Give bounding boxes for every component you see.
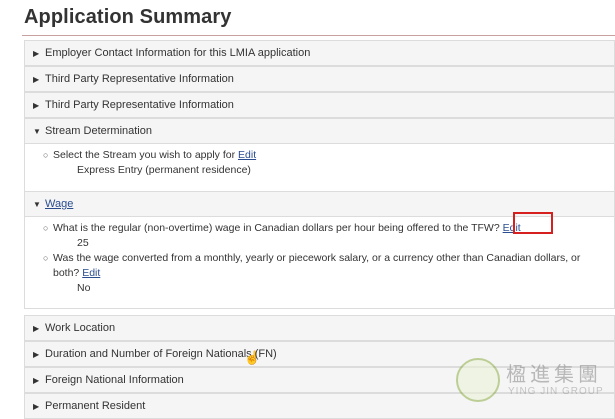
wage-question-2: ○ Was the wage converted from a monthly,… — [25, 251, 614, 281]
edit-wage-conversion-link[interactable]: Edit — [82, 267, 100, 279]
collapsed-arrow-icon: ▶ — [33, 350, 40, 359]
question-text: What is the regular (non-overtime) wage … — [53, 222, 500, 234]
collapsed-arrow-icon: ▶ — [33, 402, 40, 411]
wage-answer-2: No — [77, 282, 91, 294]
wage-section-link[interactable]: Wage — [45, 198, 73, 210]
edit-stream-link[interactable]: Edit — [238, 149, 256, 161]
section-label: Work Location — [45, 322, 116, 334]
section-header[interactable]: ▶ Third Party Representative Information — [25, 67, 614, 91]
section-label: Third Party Representative Information — [45, 73, 234, 85]
hand-cursor-icon: ☝ — [244, 350, 261, 365]
section-third-party-2[interactable]: ▶ Third Party Representative Information — [24, 92, 615, 118]
section-header[interactable]: ▼ Stream Determination — [25, 119, 614, 143]
section-label: Permanent Resident — [45, 400, 146, 412]
section-label: Stream Determination — [45, 125, 152, 137]
edit-highlight-box — [513, 212, 553, 234]
collapsed-arrow-icon: ▶ — [33, 324, 40, 333]
section-label: Employer Contact Information for this LM… — [45, 47, 311, 59]
bullet-icon: ○ — [43, 223, 49, 233]
section-label: Third Party Representative Information — [45, 99, 234, 111]
question-text: Was the wage converted from a monthly, y… — [53, 252, 581, 279]
logo-emblem-icon — [456, 358, 500, 402]
collapsed-arrow-icon: ▶ — [33, 75, 40, 84]
section-third-party-1[interactable]: ▶ Third Party Representative Information — [24, 66, 615, 92]
question-text: Select the Stream you wish to apply for — [53, 149, 236, 161]
section-label: Duration and Number of Foreign Nationals… — [45, 348, 277, 360]
title-divider — [22, 35, 615, 36]
section-header[interactable]: ▶ Work Location — [25, 316, 614, 340]
section-label: Foreign National Information — [45, 374, 184, 386]
bullet-icon: ○ — [43, 253, 49, 263]
page-title: Application Summary — [24, 6, 232, 28]
section-work-location[interactable]: ▶ Work Location — [24, 315, 615, 341]
section-stream-determination: ▼ Stream Determination ○ Select the Strea… — [24, 118, 615, 194]
watermark-chinese-text: 楹進集團 — [506, 362, 602, 386]
wage-answer-1: 25 — [77, 237, 89, 249]
watermark-english-text: YING JIN GROUP — [508, 386, 604, 397]
section-wage: ▼ Wage ○ What is the regular (non-overtim… — [24, 191, 615, 309]
section-body: ○ Select the Stream you wish to apply fo… — [25, 143, 614, 193]
collapsed-arrow-icon: ▶ — [33, 376, 40, 385]
section-header[interactable]: ▶ Employer Contact Information for this L… — [25, 41, 614, 65]
stream-question: ○ Select the Stream you wish to apply fo… — [25, 148, 614, 163]
stream-answer: Express Entry (permanent residence) — [77, 164, 251, 176]
section-header[interactable]: ▶ Third Party Representative Information — [25, 93, 614, 117]
expanded-arrow-icon: ▼ — [33, 127, 41, 136]
bullet-icon: ○ — [43, 150, 49, 160]
collapsed-arrow-icon: ▶ — [33, 101, 40, 110]
expanded-arrow-icon: ▼ — [33, 200, 41, 209]
watermark-logo: 楹進集團 YING JIN GROUP — [452, 356, 612, 404]
collapsed-arrow-icon: ▶ — [33, 49, 40, 58]
section-employer-contact[interactable]: ▶ Employer Contact Information for this L… — [24, 40, 615, 66]
